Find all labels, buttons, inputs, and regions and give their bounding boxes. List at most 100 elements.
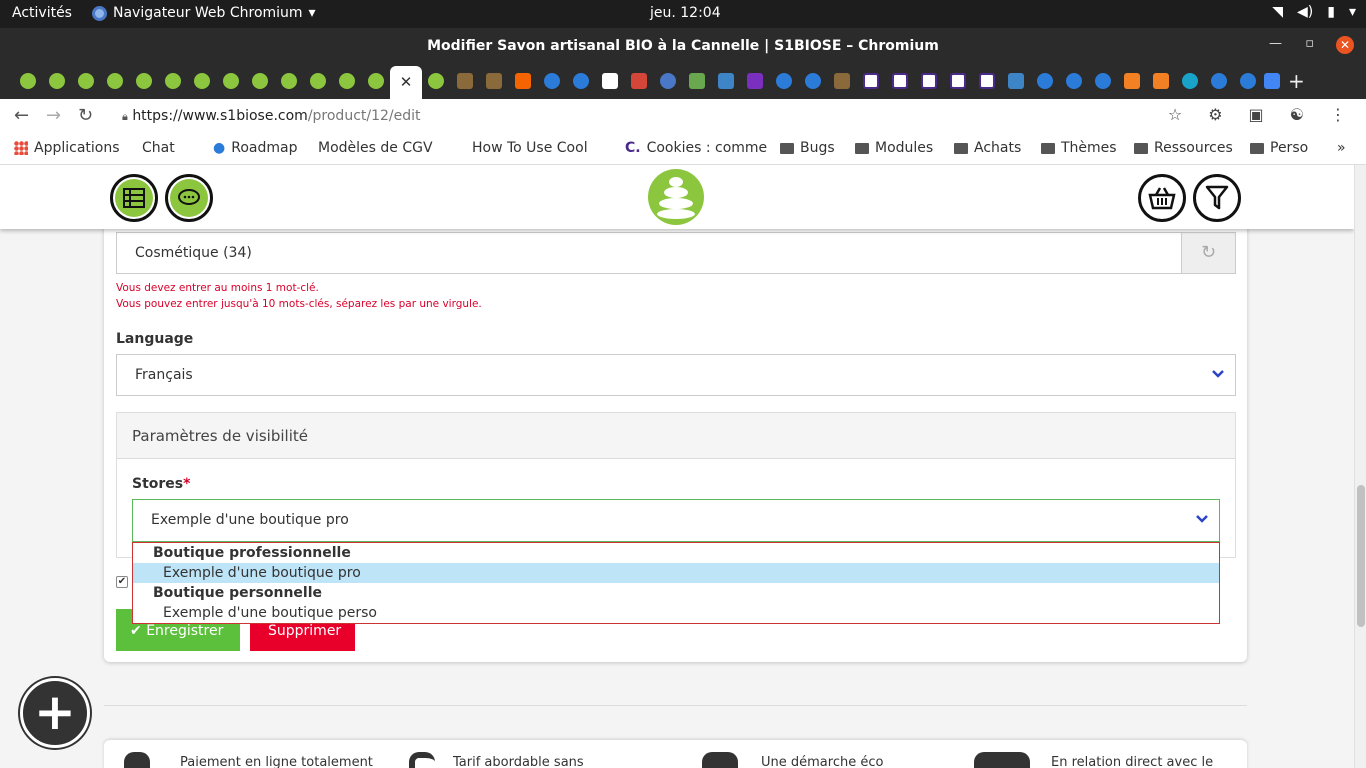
active-tab-close-icon[interactable]: ✕ (390, 66, 422, 99)
c-tab-icon[interactable] (979, 73, 995, 89)
language-value: Français (135, 367, 193, 383)
s1biose-tab-icon[interactable] (20, 73, 36, 89)
feature-text: En relation direct avec le (1051, 755, 1214, 768)
s1biose-tab-icon[interactable] (223, 73, 239, 89)
c-tab-icon[interactable] (921, 73, 937, 89)
activities-button[interactable]: Activités (12, 5, 72, 21)
bookmark-chat[interactable]: Chat (142, 140, 175, 319)
drupal-tab-icon[interactable] (1240, 73, 1256, 89)
grid-button[interactable] (110, 174, 158, 222)
site-logo[interactable] (648, 169, 704, 225)
cart-tab-icon[interactable] (1008, 73, 1024, 89)
minimize-icon[interactable]: — (1269, 36, 1282, 51)
bookmark-cgv[interactable]: Modèles de CGV (318, 140, 433, 319)
menu-icon[interactable]: ⋮ (1330, 105, 1346, 124)
bookmark-coolie[interactable]: How To Use Cool (472, 140, 588, 319)
page-scrollbar[interactable] (1354, 165, 1366, 768)
bookmark-applications[interactable]: Applications (14, 140, 120, 156)
tab-icon[interactable] (1182, 73, 1198, 89)
chat-icon (170, 179, 208, 217)
etsy-tab-icon[interactable] (515, 73, 531, 89)
tab-icon[interactable] (834, 73, 850, 89)
drupal-tab-icon[interactable] (1211, 73, 1227, 89)
reload-icon[interactable]: ↻ (78, 105, 93, 126)
s1biose-tab-icon[interactable] (310, 73, 326, 89)
s1biose-tab-icon[interactable] (281, 73, 297, 89)
drupal-tab-icon[interactable] (805, 73, 821, 89)
c-tab-icon[interactable] (892, 73, 908, 89)
wifi-icon: ◥ (1272, 4, 1284, 20)
feature-text: Tarif abordable sans (453, 755, 584, 768)
drupal-tab-icon[interactable] (573, 73, 589, 89)
tab-icon[interactable] (486, 73, 502, 89)
star-icon[interactable]: ☆ (1168, 105, 1182, 124)
checkbox[interactable]: ✔ (116, 576, 128, 588)
option-boutique-pro[interactable]: Exemple d'une boutique pro (133, 563, 1219, 583)
refresh-icon[interactable]: ↻ (1181, 233, 1235, 273)
tab-icon[interactable] (660, 73, 676, 89)
system-tray[interactable]: ◥ ◀) ▮ ▾ (1272, 4, 1356, 20)
stackoverflow-tab-icon[interactable] (1124, 73, 1140, 89)
s1biose-tab-icon[interactable] (428, 73, 444, 89)
cart-tab-icon[interactable] (718, 73, 734, 89)
translate-tab-icon[interactable] (1264, 73, 1280, 89)
url-field[interactable]: 🔒︎ https://www.s1biose.com/product/12/ed… (122, 108, 421, 124)
bookmark-folder-ressources[interactable]: Ressources (1134, 140, 1233, 156)
language-select[interactable]: Français (116, 354, 1236, 396)
maximize-icon[interactable]: ▫ (1305, 36, 1314, 51)
option-boutique-perso[interactable]: Exemple d'une boutique perso (133, 603, 1219, 623)
s1biose-tab-icon[interactable] (78, 73, 94, 89)
bookmark-roadmap[interactable]: ● Roadmap (213, 140, 297, 156)
app-menu[interactable]: Navigateur Web Chromium ▾ (92, 5, 316, 21)
tab-icon[interactable] (689, 73, 705, 89)
stores-dropdown-list: Boutique professionnelle Exemple d'une b… (132, 542, 1220, 624)
drupal-tab-icon[interactable] (776, 73, 792, 89)
filter-button[interactable] (1193, 174, 1241, 222)
s-tab-icon[interactable] (747, 73, 763, 89)
check-tab-icon[interactable] (602, 73, 618, 89)
bookmark-folder-bugs[interactable]: Bugs (780, 140, 835, 156)
c-tab-icon[interactable] (950, 73, 966, 89)
s1biose-tab-icon[interactable] (107, 73, 123, 89)
system-top-bar: Activités Navigateur Web Chromium ▾ jeu.… (0, 0, 1366, 28)
bookmark-folder-modules[interactable]: Modules (855, 140, 933, 156)
s1biose-tab-icon[interactable] (49, 73, 65, 89)
close-icon[interactable]: ✕ (1336, 36, 1354, 54)
drupal-tab-icon[interactable] (1037, 73, 1053, 89)
scrollbar-thumb[interactable] (1357, 485, 1365, 627)
bookmark-folder-perso[interactable]: Perso (1250, 140, 1308, 156)
s1biose-tab-icon[interactable] (194, 73, 210, 89)
forward-icon[interactable]: → (46, 105, 61, 126)
stackoverflow-tab-icon[interactable] (1153, 73, 1169, 89)
drupal-tab-icon[interactable] (1095, 73, 1111, 89)
s1biose-tab-icon[interactable] (252, 73, 268, 89)
s1biose-tab-icon[interactable] (368, 73, 384, 89)
extension-icon[interactable]: ▣ (1249, 105, 1264, 124)
bookmark-folder-themes[interactable]: Thèmes (1041, 140, 1117, 156)
clock[interactable]: jeu. 12:04 (650, 5, 721, 21)
new-tab-icon[interactable]: + (1288, 69, 1305, 93)
keywords-input[interactable]: Cosmétique (34) ↻ (116, 232, 1236, 274)
grid-icon (115, 179, 153, 217)
bookmarks-overflow-button[interactable]: » (1337, 140, 1346, 156)
extension-icon[interactable]: ☯ (1290, 105, 1304, 124)
s1biose-tab-icon[interactable] (165, 73, 181, 89)
bookmark-folder-achats[interactable]: Achats (954, 140, 1021, 156)
drupal-tab-icon[interactable] (1066, 73, 1082, 89)
price-icon (409, 752, 435, 768)
basket-button[interactable] (1138, 174, 1186, 222)
chat-button[interactable] (165, 174, 213, 222)
back-icon[interactable]: ← (14, 105, 29, 126)
eco-icon (702, 752, 738, 768)
s1biose-tab-icon[interactable] (136, 73, 152, 89)
s1biose-tab-icon[interactable] (339, 73, 355, 89)
drupal-tab-icon[interactable] (544, 73, 560, 89)
add-fab-button[interactable]: + (20, 678, 90, 748)
extension-icon[interactable]: ⚙ (1208, 105, 1222, 124)
tab-icon[interactable] (457, 73, 473, 89)
gmail-tab-icon[interactable] (631, 73, 647, 89)
bookmark-cookies[interactable]: C. Cookies : comme (625, 140, 767, 156)
stores-select[interactable]: Exemple d'une boutique pro (132, 499, 1220, 542)
language-label: Language (116, 331, 194, 347)
c-tab-icon[interactable] (863, 73, 879, 89)
